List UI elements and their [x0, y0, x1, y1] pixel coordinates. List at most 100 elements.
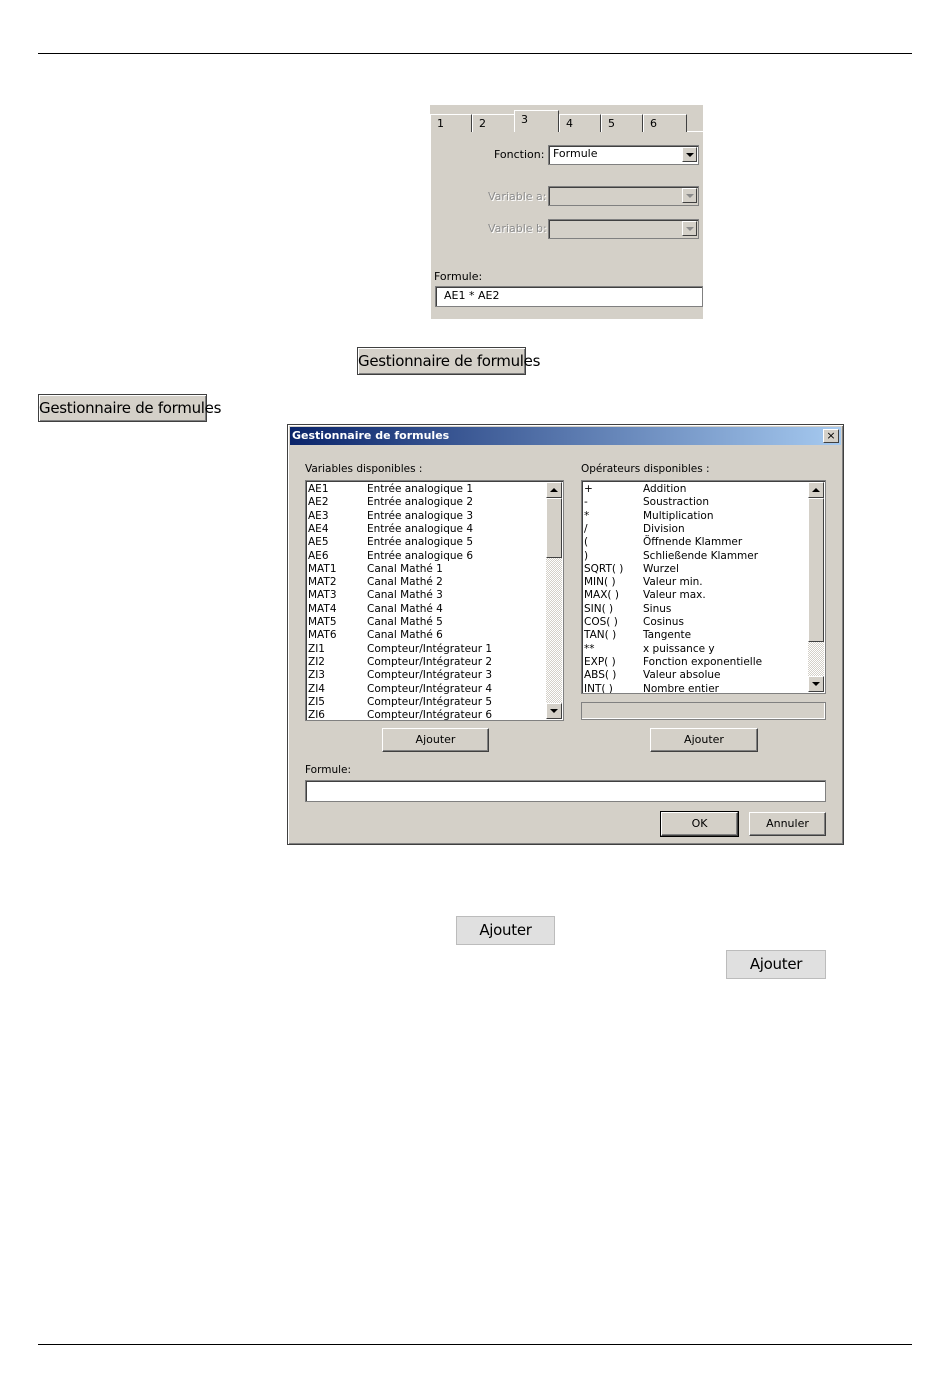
top-rule [38, 53, 912, 54]
gestionnaire-formules-button-2[interactable]: Gestionnaire de formules [38, 394, 221, 422]
list-item-code: ZI6 [308, 709, 325, 721]
list-item-description: Compteur/Intégrateur 1 [367, 642, 493, 655]
scroll-down-icon[interactable] [808, 676, 824, 692]
list-item-code: ( [584, 536, 589, 549]
formule-value: AE1 * AE2 [444, 289, 500, 302]
ajouter-operator-button[interactable]: Ajouter [650, 728, 758, 752]
chevron-down-icon [682, 188, 697, 203]
list-item-code: * [584, 509, 590, 522]
list-item-code: AE5 [308, 536, 329, 549]
dialog-title: Gestionnaire de formules [290, 427, 841, 445]
variable-a-label: Variable a: [488, 190, 547, 203]
list-item-code: MAT4 [308, 602, 337, 615]
ajouter-button-2[interactable]: Ajouter [726, 950, 826, 979]
operators-list[interactable]: + Addition - Soustraction * Multiplication / Di… [581, 480, 826, 694]
scroll-thumb[interactable] [546, 498, 562, 558]
list-item-description: Sinus [643, 602, 672, 615]
list-item-description: Entrée analogique 6 [367, 549, 473, 562]
list-item-code: MAT3 [308, 589, 337, 602]
variable-b-label: Variable b: [488, 222, 547, 235]
list-item-code: MAT2 [308, 576, 337, 589]
list-item-description: Multiplication [643, 509, 714, 522]
tab-4[interactable]: 4 [559, 114, 601, 132]
chevron-down-icon[interactable] [682, 147, 697, 162]
variables-list[interactable]: AE1 Entrée analogique 1 AE2 Entrée analogiq… [305, 480, 564, 721]
list-item-code: ZI5 [308, 695, 325, 708]
list-item-code: MAT1 [308, 562, 337, 575]
scroll-down-icon[interactable] [546, 703, 562, 719]
list-item-code: / [584, 522, 588, 535]
list-item-description: Entrée analogique 5 [367, 536, 473, 549]
close-icon[interactable]: × [823, 429, 839, 443]
list-item-code: TAN( ) [584, 629, 617, 642]
list-item-code: - [584, 496, 588, 509]
dialog-formule-input[interactable] [305, 780, 826, 802]
chevron-down-icon [682, 221, 697, 236]
list-item-description: Compteur/Intégrateur 4 [367, 682, 493, 695]
list-item-code: SIN( ) [584, 602, 614, 615]
tab-2[interactable]: 2 [472, 114, 515, 132]
formule-input[interactable]: AE1 * AE2 [435, 286, 703, 307]
annuler-button[interactable]: Annuler [749, 812, 826, 836]
list-item-code: INT( ) [584, 682, 613, 694]
list-item-code: AE6 [308, 549, 329, 562]
list-item-description: Addition [643, 483, 687, 495]
list-item-description: Wurzel [643, 562, 679, 575]
list-item-description: x puissance y [643, 642, 715, 655]
list-item-code: ABS( ) [584, 669, 617, 682]
list-item-description: Canal Mathé 4 [367, 602, 443, 615]
bottom-rule [38, 1344, 912, 1345]
variables-scrollbar[interactable] [546, 482, 562, 719]
list-item-description: Valeur min. [643, 576, 703, 589]
fonction-select[interactable]: Formule [548, 145, 699, 165]
list-item-description: Soustraction [643, 496, 709, 509]
variable-b-select [548, 219, 699, 239]
tab-1[interactable]: 1 [430, 114, 472, 132]
list-item-code: AE4 [308, 522, 329, 535]
scroll-up-icon[interactable] [808, 482, 824, 498]
list-item-description: Compteur/Intégrateur 2 [367, 655, 493, 668]
list-item-description: Entrée analogique 3 [367, 509, 473, 522]
fonction-value: Formule [553, 147, 598, 160]
list-item-description: Canal Mathé 2 [367, 576, 443, 589]
gestionnaire-formules-button[interactable]: Gestionnaire de formules [357, 347, 540, 375]
list-item-code: AE1 [308, 483, 329, 495]
formule-label: Formule: [434, 270, 483, 283]
list-item-description: Entrée analogique 2 [367, 496, 473, 509]
list-item-description: Öffnende Klammer [643, 536, 743, 549]
list-item-code: ZI1 [308, 642, 325, 655]
list-item-description: Schließende Klammer [643, 549, 759, 562]
list-item-code: COS( ) [584, 616, 618, 628]
fonction-label: Fonction: [494, 148, 545, 161]
list-item-code: + [584, 483, 593, 495]
list-item-description: Compteur/Intégrateur 3 [367, 669, 493, 682]
list-item-description: Cosinus [643, 616, 684, 628]
list-item-code: ZI4 [308, 682, 325, 695]
tab-panel-left-edge [430, 131, 431, 319]
list-item-description: Canal Mathé 5 [367, 616, 443, 628]
variables-label: Variables disponibles : [305, 463, 423, 475]
tab-3[interactable]: 3 [514, 110, 559, 132]
scroll-up-icon[interactable] [546, 482, 562, 498]
ajouter-variable-button[interactable]: Ajouter [382, 728, 489, 752]
operators-label: Opérateurs disponibles : [581, 463, 710, 475]
list-item-code: AE3 [308, 509, 329, 522]
list-item-code: AE2 [308, 496, 329, 509]
operators-scrollbar[interactable] [808, 482, 824, 692]
ajouter-button-1[interactable]: Ajouter [456, 916, 555, 945]
list-item-description: Valeur absolue [643, 669, 721, 682]
list-item-description: Nombre entier [643, 682, 719, 694]
tab-6[interactable]: 6 [643, 114, 687, 132]
list-item-description: Entrée analogique 4 [367, 522, 473, 535]
list-item-description: Entrée analogique 1 [367, 483, 473, 495]
list-item-description: Compteur/Intégrateur 5 [367, 695, 493, 708]
list-item-description: Valeur max. [643, 589, 706, 602]
list-item-code: SQRT( ) [584, 562, 624, 575]
list-item-code: ZI2 [308, 655, 325, 668]
scroll-thumb[interactable] [808, 498, 824, 642]
list-item-description: Canal Mathé 1 [367, 562, 443, 575]
tab-5[interactable]: 5 [601, 114, 643, 132]
list-item-code: EXP( ) [584, 655, 616, 668]
list-item-description: Fonction exponentielle [643, 655, 763, 668]
ok-button[interactable]: OK [660, 811, 739, 837]
